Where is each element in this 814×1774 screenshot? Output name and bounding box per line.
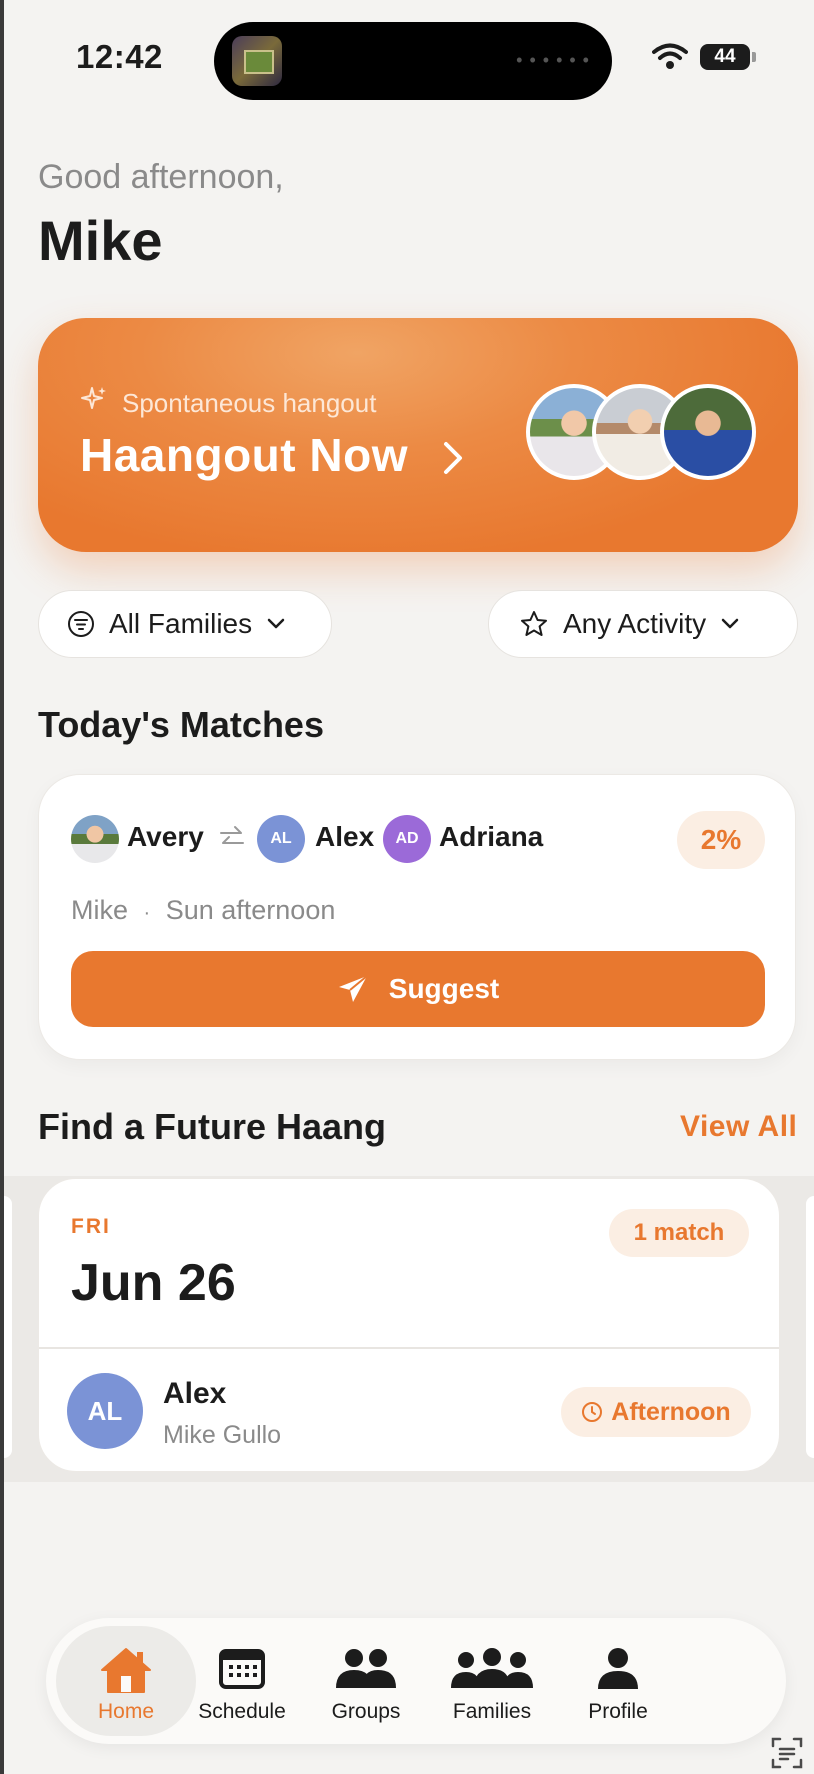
time-of-day-label: Afternoon <box>611 1397 731 1426</box>
match-time: Sun afternoon <box>165 895 336 925</box>
match-person-adriana: Adriana <box>439 821 544 852</box>
match-card[interactable]: Avery AL Alex AD Adriana 2% Mike · Sun a… <box>38 774 796 1060</box>
star-icon <box>521 611 547 636</box>
alex-initials-avatar: AL <box>67 1373 143 1449</box>
friend-avatar-stack <box>526 384 756 484</box>
groups-icon <box>336 1649 396 1688</box>
audio-indicator-icon: • • • • • • <box>516 50 590 70</box>
tab-families[interactable]: Families <box>422 1626 562 1736</box>
match-meta: Mike · Sun afternoon <box>71 895 335 926</box>
time-of-day-badge: Afternoon <box>561 1387 751 1437</box>
tab-profile[interactable]: Profile <box>548 1626 688 1736</box>
match-count-badge: 1 match <box>609 1209 749 1257</box>
status-time: 12:42 <box>76 38 163 75</box>
calendar-icon <box>219 1649 265 1689</box>
date-weekday: FRI <box>71 1215 111 1238</box>
activity-filter-label: Any Activity <box>563 608 707 639</box>
families-icon <box>451 1648 533 1688</box>
match-host: Mike <box>71 895 129 925</box>
previous-date-card-peek[interactable] <box>4 1196 12 1458</box>
tab-schedule-label: Schedule <box>198 1700 286 1723</box>
filter-list-icon <box>68 611 94 637</box>
wifi-icon <box>652 43 688 69</box>
chevron-right-icon <box>444 442 462 474</box>
families-filter[interactable]: All Families <box>38 590 332 658</box>
todays-matches-heading: Today's Matches <box>38 704 324 745</box>
match-percent-badge: 2% <box>677 811 765 869</box>
chevron-down-icon <box>267 618 285 629</box>
future-haang-heading: Find a Future Haang <box>38 1106 387 1147</box>
clock-icon <box>582 1402 603 1422</box>
alex-initials-avatar: AL <box>257 815 305 863</box>
match-person-alex: Alex <box>315 821 375 852</box>
match-child-name: Alex <box>163 1377 227 1410</box>
adriana-initials-avatar: AD <box>383 815 431 863</box>
profile-icon <box>598 1648 638 1689</box>
user-name: Mike <box>38 209 163 272</box>
chevron-down-icon <box>721 618 739 629</box>
tab-families-label: Families <box>452 1700 532 1723</box>
avery-avatar <box>71 815 119 863</box>
match-parent-name: Mike Gullo <box>163 1421 282 1449</box>
tab-groups-label: Groups <box>331 1700 401 1723</box>
tab-schedule[interactable]: Schedule <box>172 1626 312 1736</box>
suggest-label: Suggest <box>388 973 500 1004</box>
suggest-button[interactable]: Suggest <box>71 951 765 1027</box>
now-playing-thumbnail <box>232 36 282 86</box>
haangout-now-card[interactable]: Spontaneous hangout Haangout Now <box>38 318 798 552</box>
card-divider <box>39 1347 779 1349</box>
meta-separator: · <box>143 902 151 924</box>
hero-subtitle: Spontaneous hangout <box>122 388 377 418</box>
tab-groups[interactable]: Groups <box>296 1626 436 1736</box>
activity-filter[interactable]: Any Activity <box>488 590 798 658</box>
scan-text-icon[interactable] <box>770 1736 804 1770</box>
view-all-link[interactable]: View All <box>680 1110 797 1144</box>
date-card[interactable]: FRI Jun 26 1 match AL Alex Mike Gullo Af… <box>38 1178 780 1472</box>
bottom-tab-bar: Home Schedule Groups Families Profile <box>46 1618 786 1744</box>
families-filter-label: All Families <box>109 608 253 639</box>
next-date-card-peek[interactable] <box>806 1196 814 1458</box>
greeting-text: Good afternoon, <box>38 158 284 196</box>
screen-edge <box>0 0 4 1774</box>
match-person-avery: Avery <box>127 821 204 852</box>
sparkle-icon <box>81 387 106 409</box>
hero-title: Haangout Now <box>80 429 408 481</box>
battery-icon: 44 <box>700 44 756 70</box>
friend-photo-avatar <box>660 384 756 480</box>
swap-arrows-icon <box>220 826 244 844</box>
tab-profile-label: Profile <box>588 1700 648 1723</box>
send-icon <box>338 975 368 1002</box>
date-label: Jun 26 <box>71 1254 236 1312</box>
dynamic-island: • • • • • • <box>214 22 612 100</box>
home-icon <box>101 1648 151 1693</box>
